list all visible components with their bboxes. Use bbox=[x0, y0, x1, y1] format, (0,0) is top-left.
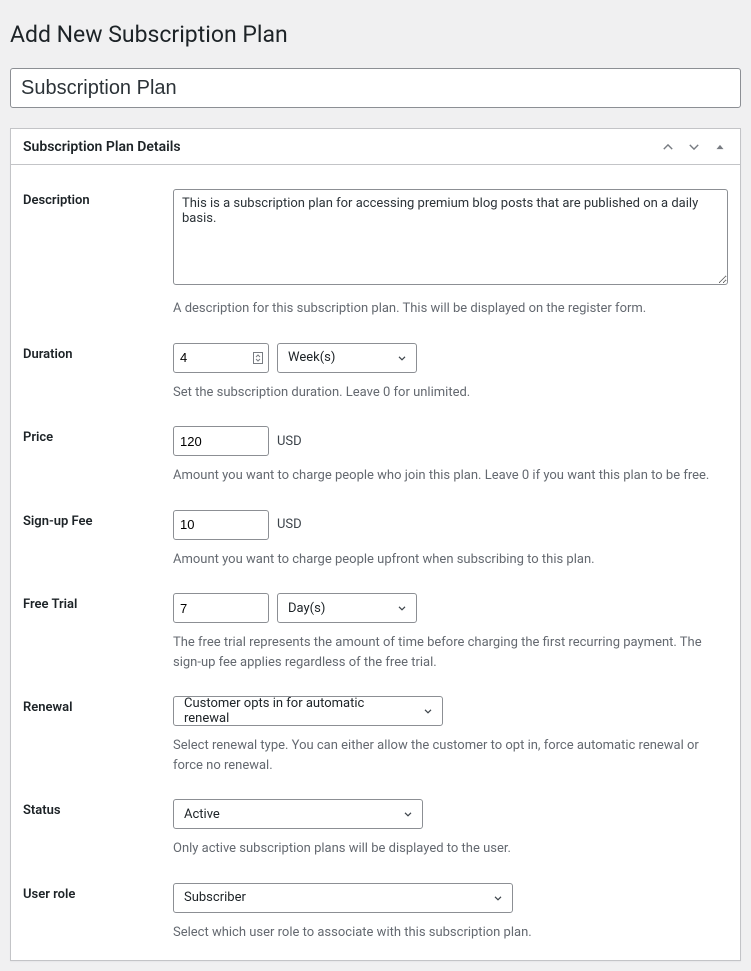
status-help: Only active subscription plans will be d… bbox=[173, 839, 728, 859]
signup-fee-input[interactable] bbox=[173, 510, 269, 540]
move-up-icon[interactable] bbox=[660, 139, 676, 155]
free-trial-unit-select[interactable]: Day(s) bbox=[277, 593, 417, 623]
user-role-selected: Subscriber bbox=[184, 890, 246, 905]
description-textarea[interactable] bbox=[173, 189, 728, 285]
signup-fee-label: Sign-up Fee bbox=[23, 510, 173, 529]
chevron-down-icon bbox=[396, 352, 408, 364]
subscription-plan-details-panel: Subscription Plan Details Description A … bbox=[10, 128, 741, 961]
move-down-icon[interactable] bbox=[686, 139, 702, 155]
user-role-select[interactable]: Subscriber bbox=[173, 883, 513, 913]
chevron-down-icon bbox=[402, 808, 414, 820]
title-input[interactable] bbox=[10, 68, 741, 108]
status-label: Status bbox=[23, 799, 173, 818]
duration-help: Set the subscription duration. Leave 0 f… bbox=[173, 383, 728, 403]
status-select[interactable]: Active bbox=[173, 799, 423, 829]
renewal-selected: Customer opts in for automatic renewal bbox=[184, 696, 412, 726]
free-trial-input[interactable] bbox=[173, 593, 269, 623]
panel-header: Subscription Plan Details bbox=[11, 129, 740, 165]
free-trial-label: Free Trial bbox=[23, 593, 173, 612]
description-label: Description bbox=[23, 189, 173, 208]
renewal-select[interactable]: Customer opts in for automatic renewal bbox=[173, 696, 443, 726]
duration-label: Duration bbox=[23, 343, 173, 362]
signup-fee-help: Amount you want to charge people upfront… bbox=[173, 550, 728, 570]
price-currency: USD bbox=[277, 434, 302, 449]
free-trial-help: The free trial represents the amount of … bbox=[173, 633, 728, 672]
price-help: Amount you want to charge people who joi… bbox=[173, 466, 728, 486]
user-role-label: User role bbox=[23, 883, 173, 902]
signup-fee-currency: USD bbox=[277, 517, 302, 532]
duration-unit-selected: Week(s) bbox=[288, 350, 335, 365]
panel-title: Subscription Plan Details bbox=[23, 139, 181, 155]
renewal-help: Select renewal type. You can either allo… bbox=[173, 736, 728, 775]
free-trial-unit-selected: Day(s) bbox=[288, 601, 325, 616]
chevron-down-icon bbox=[396, 602, 408, 614]
duration-unit-select[interactable]: Week(s) bbox=[277, 343, 417, 373]
page-title: Add New Subscription Plan bbox=[10, 12, 741, 52]
renewal-label: Renewal bbox=[23, 696, 173, 715]
price-label: Price bbox=[23, 426, 173, 445]
chevron-down-icon bbox=[422, 705, 434, 717]
description-help: A description for this subscription plan… bbox=[173, 299, 728, 319]
price-input[interactable] bbox=[173, 426, 269, 456]
status-selected: Active bbox=[184, 807, 220, 822]
toggle-panel-icon[interactable] bbox=[712, 139, 728, 155]
chevron-down-icon bbox=[492, 892, 504, 904]
user-role-help: Select which user role to associate with… bbox=[173, 923, 728, 943]
duration-input[interactable] bbox=[173, 343, 269, 373]
